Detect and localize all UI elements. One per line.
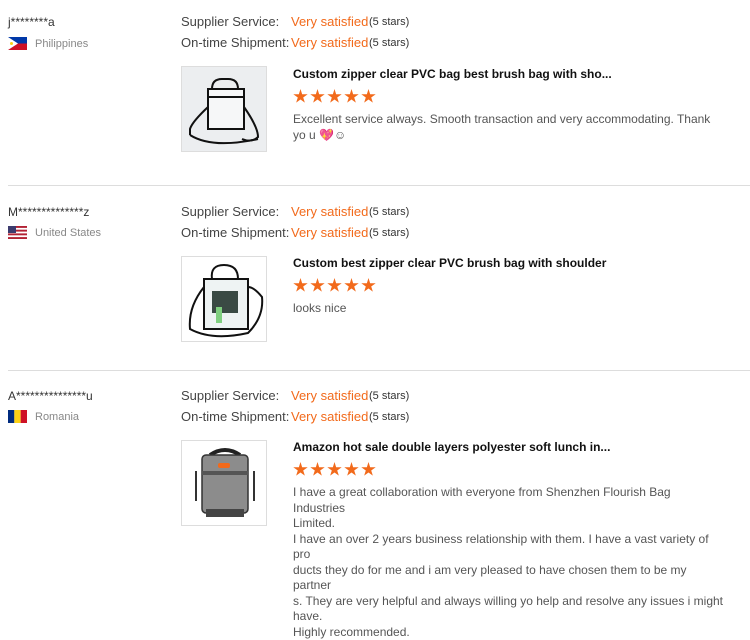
ontime-shipment-label: On-time Shipment:: [181, 35, 291, 50]
supplier-service-stars: (5 stars): [369, 16, 409, 28]
comment-line: Limited.: [293, 516, 723, 532]
ontime-shipment-stars: (5 stars): [369, 411, 409, 423]
divider: [8, 370, 750, 371]
product-thumbnail[interactable]: [181, 256, 267, 342]
comment-line: ducts they do for me and i am very pleas…: [293, 563, 723, 594]
romania-flag-icon: [8, 410, 27, 423]
supplier-service-stars: (5 stars): [369, 390, 409, 402]
reviewer-country: Philippines: [8, 37, 88, 50]
supplier-service-rating: Supplier Service: Very satisfied (5 star…: [181, 14, 409, 29]
ontime-shipment-value: Very satisfied: [291, 409, 369, 424]
review-comment: looks nice: [293, 301, 723, 317]
reviewer-country: United States: [8, 226, 101, 239]
supplier-service-label: Supplier Service:: [181, 388, 291, 403]
comment-line: I have a great collaboration with everyo…: [293, 485, 723, 516]
comment-line: Highly recommended.: [293, 625, 723, 640]
star-icon: [327, 278, 342, 293]
star-icon: [310, 462, 325, 477]
star-icon: [361, 462, 376, 477]
ontime-shipment-value: Very satisfied: [291, 35, 369, 50]
comment-line: have.: [293, 609, 723, 625]
ontime-shipment-value: Very satisfied: [291, 225, 369, 240]
divider: [8, 185, 750, 186]
reviewer-name: j********a: [8, 15, 55, 29]
supplier-service-label: Supplier Service:: [181, 14, 291, 29]
country-name: United States: [35, 227, 101, 239]
product-rating-stars: [293, 278, 376, 293]
reviewer-name: M**************z: [8, 205, 89, 219]
star-icon: [327, 89, 342, 104]
country-name: Romania: [35, 411, 79, 423]
star-icon: [327, 462, 342, 477]
supplier-service-stars: (5 stars): [369, 206, 409, 218]
supplier-service-rating: Supplier Service: Very satisfied (5 star…: [181, 388, 409, 403]
reviewer-country: Romania: [8, 410, 79, 423]
product-thumbnail[interactable]: [181, 440, 267, 526]
product-rating-stars: [293, 89, 376, 104]
comment-line: I have an over 2 years business relation…: [293, 532, 723, 563]
united-states-flag-icon: [8, 226, 27, 239]
review-comment: I have a great collaboration with everyo…: [293, 485, 723, 640]
star-icon: [361, 89, 376, 104]
supplier-service-rating: Supplier Service: Very satisfied (5 star…: [181, 204, 409, 219]
product-rating-stars: [293, 462, 376, 477]
ontime-shipment-rating: On-time Shipment: Very satisfied (5 star…: [181, 225, 409, 240]
ontime-shipment-label: On-time Shipment:: [181, 225, 291, 240]
star-icon: [293, 462, 308, 477]
product-title-link[interactable]: Amazon hot sale double layers polyester …: [293, 440, 610, 454]
star-icon: [344, 89, 359, 104]
comment-line: s. They are very helpful and always will…: [293, 594, 723, 610]
country-name: Philippines: [35, 38, 88, 50]
product-title-link[interactable]: Custom zipper clear PVC bag best brush b…: [293, 67, 612, 81]
review-comment: Excellent service always. Smooth transac…: [293, 112, 723, 143]
star-icon: [344, 462, 359, 477]
ontime-shipment-rating: On-time Shipment: Very satisfied (5 star…: [181, 409, 409, 424]
reviewer-name: A***************u: [8, 389, 93, 403]
ontime-shipment-label: On-time Shipment:: [181, 409, 291, 424]
star-icon: [361, 278, 376, 293]
star-icon: [310, 89, 325, 104]
supplier-service-value: Very satisfied: [291, 14, 369, 29]
star-icon: [293, 278, 308, 293]
supplier-service-value: Very satisfied: [291, 204, 369, 219]
product-title-link[interactable]: Custom best zipper clear PVC brush bag w…: [293, 256, 606, 270]
ontime-shipment-stars: (5 stars): [369, 227, 409, 239]
ontime-shipment-stars: (5 stars): [369, 37, 409, 49]
star-icon: [344, 278, 359, 293]
product-thumbnail[interactable]: [181, 66, 267, 152]
supplier-service-value: Very satisfied: [291, 388, 369, 403]
philippines-flag-icon: [8, 37, 27, 50]
supplier-service-label: Supplier Service:: [181, 204, 291, 219]
star-icon: [293, 89, 308, 104]
star-icon: [310, 278, 325, 293]
ontime-shipment-rating: On-time Shipment: Very satisfied (5 star…: [181, 35, 409, 50]
